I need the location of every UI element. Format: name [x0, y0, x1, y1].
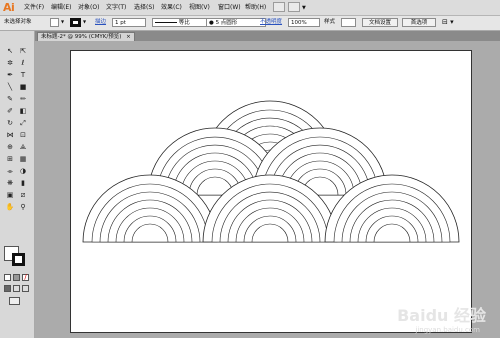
watermark-url: jingyan.baidu.com	[415, 326, 480, 334]
watermark-brand: Baidu 经验	[397, 306, 486, 325]
artwork[interactable]	[0, 0, 500, 338]
